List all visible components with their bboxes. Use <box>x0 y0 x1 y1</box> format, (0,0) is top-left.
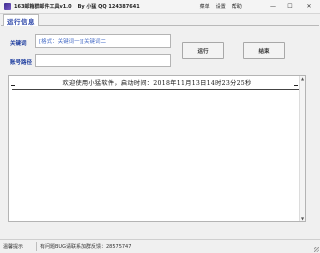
tab-run-info[interactable]: 运行信息 <box>3 14 39 26</box>
keyword-input[interactable]: [格式：关键词一][关键词二 <box>35 34 171 48</box>
stop-button[interactable]: 结束 <box>243 42 285 59</box>
status-bar: 温馨提示 有问题BUG请联系加群反馈：28575747 <box>0 239 320 253</box>
log-scrollbar[interactable]: ▲ ▼ <box>299 76 305 221</box>
scroll-down-icon[interactable]: ▼ <box>300 216 305 221</box>
menu-item-help[interactable]: 帮助 <box>232 3 242 10</box>
log-divider <box>12 89 302 90</box>
status-user: 温馨提示 <box>3 244 24 250</box>
tab-strip: 运行信息 <box>1 14 319 26</box>
close-icon[interactable]: ✕ <box>302 0 316 13</box>
minimize-icon[interactable]: — <box>266 0 280 13</box>
main-panel: 关键词 [格式：关键词一][关键词二 账号路径 运行 结束 欢迎使用小猛软件，启… <box>1 26 319 238</box>
keyword-label: 关键词 <box>10 41 27 47</box>
app-icon <box>4 3 11 10</box>
account-path-input[interactable] <box>35 54 171 67</box>
window-author: By 小猛 QQ 124387641 <box>77 4 140 10</box>
menu-bar: 菜单 设置 帮助 <box>200 3 242 10</box>
account-path-label: 账号路径 <box>10 60 33 66</box>
log-line: 欢迎使用小猛软件，启动时间：2018年11月13日14时23分25秒 <box>62 80 252 87</box>
scroll-up-icon[interactable]: ▲ <box>300 76 305 81</box>
menu-item-settings[interactable]: 设置 <box>216 3 226 10</box>
log-textarea[interactable]: 欢迎使用小猛软件，启动时间：2018年11月13日14时23分25秒 ▲ ▼ <box>8 75 306 222</box>
title-bar: 163邮箱群邮件工具v1.0 By 小猛 QQ 124387641 菜单 设置 … <box>0 0 320 14</box>
resize-grip-icon[interactable] <box>314 247 319 252</box>
status-message: 有问题BUG请联系加群反馈：28575747 <box>40 244 132 250</box>
run-button[interactable]: 运行 <box>182 42 224 59</box>
menu-item-menu[interactable]: 菜单 <box>200 3 210 10</box>
maximize-icon[interactable]: ☐ <box>283 0 297 13</box>
window-title: 163邮箱群邮件工具v1.0 <box>14 4 72 10</box>
log-decoration <box>294 85 298 86</box>
